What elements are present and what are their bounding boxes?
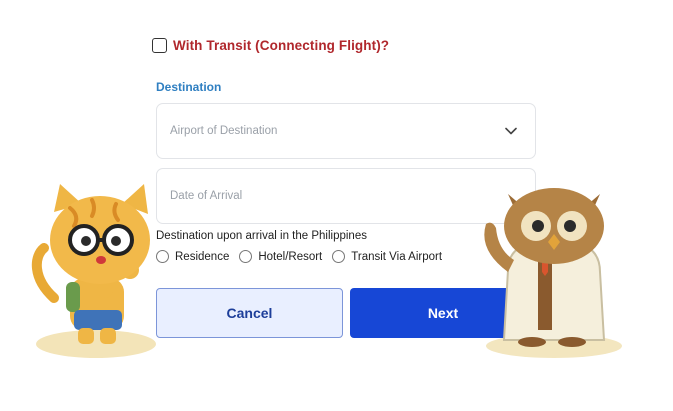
airport-destination-select[interactable]: Airport of Destination [156,103,536,159]
transit-label: With Transit (Connecting Flight)? [173,38,390,53]
radio-label: Hotel/Resort [258,250,323,263]
radio-label: Residence [175,250,230,263]
radio-option-hotel-resort[interactable]: Hotel/Resort [239,250,322,263]
radio-label: Transit Via Airport [351,250,443,263]
radio-button[interactable] [239,250,253,263]
transit-checkbox[interactable] [152,38,167,53]
date-of-arrival-placeholder: Date of Arrival [170,190,243,202]
radio-option-transit-via-airport[interactable]: Transit Via Airport [332,250,442,263]
radio-option-residence[interactable]: Residence [156,250,229,263]
airport-destination-placeholder: Airport of Destination [170,125,278,137]
chevron-down-icon[interactable] [505,127,517,135]
owl-mascot-image [484,188,622,358]
cancel-button[interactable]: Cancel [156,288,343,338]
arrival-destination-radio-group: Residence Hotel/Resort Transit Via Airpo… [156,250,452,263]
cat-mascot-image [31,184,156,358]
destination-section-label: Destination [156,80,222,94]
radio-button[interactable] [332,250,346,263]
arrival-destination-question: Destination upon arrival in the Philippi… [156,230,367,242]
transit-option[interactable]: With Transit (Connecting Flight)? [152,38,389,53]
